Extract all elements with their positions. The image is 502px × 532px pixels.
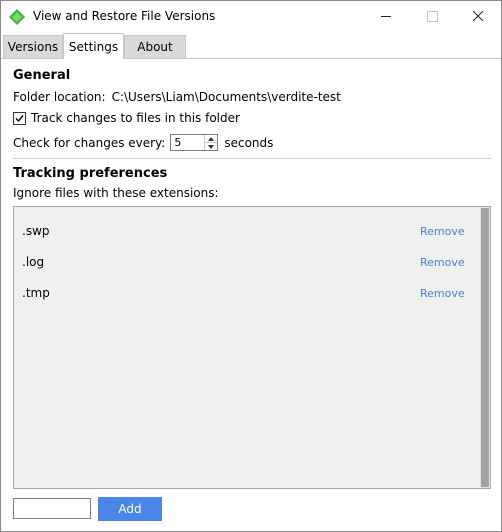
list-scrollbar[interactable] — [480, 207, 490, 488]
spin-down-icon — [208, 144, 215, 149]
section-divider — [13, 158, 491, 159]
new-extension-input[interactable] — [13, 498, 91, 519]
interval-label: Check for changes every: — [13, 135, 166, 150]
spin-up-button[interactable] — [205, 135, 217, 142]
title-bar: View and Restore File Versions — [1, 1, 501, 33]
track-changes-checkbox[interactable] — [13, 111, 26, 125]
interval-row: Check for changes every: 5 seconds — [13, 134, 273, 151]
spin-down-button[interactable] — [205, 142, 218, 150]
scrollbar-thumb[interactable] — [481, 208, 489, 487]
folder-path: C:\Users\Liam\Documents\verdite-test — [111, 90, 341, 104]
spin-up-icon — [208, 136, 215, 141]
minimize-button[interactable] — [363, 1, 409, 31]
checkmark-icon — [15, 114, 24, 122]
track-changes-row[interactable]: Track changes to files in this folder — [13, 111, 240, 125]
maximize-icon — [426, 10, 438, 22]
extension-name: .log — [22, 255, 45, 269]
spinner-buttons — [204, 135, 218, 150]
tab-settings[interactable]: Settings — [63, 33, 124, 59]
list-item: .log Remove — [22, 255, 472, 275]
ignore-label: Ignore files with these extensions: — [13, 186, 219, 200]
extension-list[interactable]: .swp Remove .log Remove .tmp Remove — [13, 206, 491, 489]
list-item: .tmp Remove — [22, 286, 472, 306]
app-window: View and Restore File Versions Versions … — [0, 0, 502, 532]
tracking-heading: Tracking preferences — [13, 166, 168, 181]
extension-name: .tmp — [22, 286, 50, 300]
remove-link[interactable]: Remove — [420, 225, 465, 238]
general-heading: General — [13, 68, 71, 83]
interval-value[interactable]: 5 — [171, 135, 204, 150]
tab-versions[interactable]: Versions — [3, 35, 63, 58]
tab-strip: Versions Settings About — [1, 33, 501, 59]
add-button[interactable]: Add — [98, 497, 162, 521]
window-title: View and Restore File Versions — [33, 9, 216, 23]
close-button[interactable] — [455, 1, 501, 31]
interval-spinner[interactable]: 5 — [170, 134, 219, 151]
track-changes-label: Track changes to files in this folder — [31, 111, 240, 125]
remove-link[interactable]: Remove — [420, 256, 465, 269]
extension-name: .swp — [22, 224, 50, 238]
remove-link[interactable]: Remove — [420, 287, 465, 300]
app-logo-icon — [9, 9, 25, 25]
maximize-button[interactable] — [409, 1, 455, 31]
folder-location-label: Folder location: — [13, 90, 106, 104]
minimize-icon — [381, 15, 391, 17]
tab-about[interactable]: About — [124, 35, 186, 58]
folder-location-row: Folder location: C:\Users\Liam\Documents\… — [13, 90, 341, 104]
close-icon — [473, 11, 483, 21]
interval-unit: seconds — [224, 135, 274, 150]
list-item: .swp Remove — [22, 224, 472, 244]
